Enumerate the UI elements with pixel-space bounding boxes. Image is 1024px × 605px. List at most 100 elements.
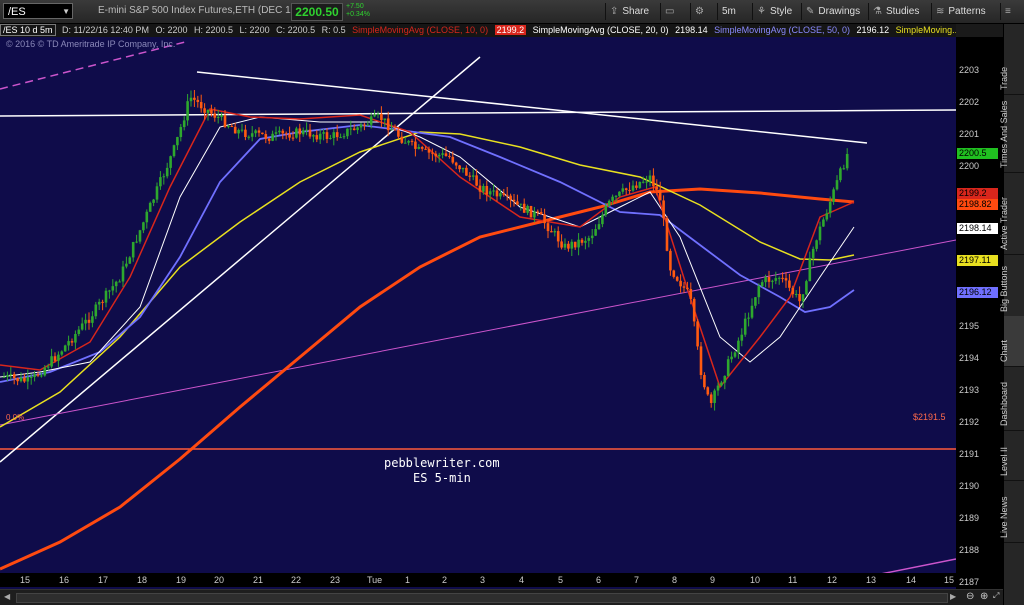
support-level-label: $2191.5 xyxy=(913,412,946,422)
candle-body xyxy=(57,354,60,361)
x-tick-label: 8 xyxy=(672,575,678,585)
candle-body xyxy=(764,277,767,283)
candle-body xyxy=(9,374,13,376)
candle-body xyxy=(682,286,686,288)
sidebar-tab-live-news[interactable]: Live News xyxy=(999,480,1024,543)
candle-body xyxy=(686,287,689,290)
y-tick-label: 2201 xyxy=(959,129,980,139)
style-button[interactable]: ⚘ Style xyxy=(752,3,796,20)
symbol-input[interactable]: /ES ▼ xyxy=(3,3,73,19)
candle-body xyxy=(80,323,84,330)
sidebar-tab-times-and-sales[interactable]: Times And Sales xyxy=(999,94,1024,173)
candle-body xyxy=(441,153,444,155)
y-tick-label: 2187 xyxy=(959,577,980,587)
print-button[interactable]: ▭ xyxy=(660,3,683,20)
price-chart[interactable]: © 2016 © TD Ameritrade IP Company, Inc. … xyxy=(0,37,956,598)
candle-body xyxy=(706,387,710,395)
sma50-value: 2196.12 xyxy=(856,25,890,35)
sidebar-tab-level-ii[interactable]: Level II xyxy=(999,430,1024,481)
candle-body xyxy=(278,130,281,133)
candle-body xyxy=(227,126,230,128)
candle-body xyxy=(444,153,448,156)
chart-symbol-period[interactable]: /ES 10 d 5m xyxy=(0,24,56,36)
sidebar-tab-big-buttons[interactable]: Big Buttons xyxy=(999,254,1024,317)
candle-body xyxy=(128,257,132,264)
patterns-button[interactable]: ≋ Patterns xyxy=(931,3,990,20)
settings-button[interactable]: ⚙ xyxy=(690,3,713,20)
channel-line-upper xyxy=(0,239,956,426)
candle-body xyxy=(383,118,387,121)
timeframe-button[interactable]: 5m xyxy=(717,3,740,20)
channel-line-lower xyxy=(881,558,956,573)
bar-date: D: 11/22/16 12:40 PM xyxy=(62,25,149,35)
scroll-track[interactable] xyxy=(16,593,948,603)
candle-body xyxy=(397,130,400,137)
sidebar-tab-label: Big Buttons xyxy=(999,265,1009,312)
drawings-button[interactable]: ✎ Drawings xyxy=(801,3,864,20)
candle-body xyxy=(556,231,560,242)
x-tick-label: 18 xyxy=(137,575,148,585)
candle-body xyxy=(750,305,754,318)
candle-body xyxy=(743,318,747,335)
studies-button[interactable]: ⚗ Studies xyxy=(868,3,923,20)
candle-body xyxy=(420,146,424,149)
candle-body xyxy=(155,186,159,200)
gadget-sidebar: Trade Times And Sales Active Trader Big But… xyxy=(999,24,1024,605)
x-tick-label: 17 xyxy=(98,575,109,585)
sidebar-tab-dashboard[interactable]: Dashboard xyxy=(999,366,1024,431)
share-button[interactable]: ⇪ Share xyxy=(605,3,653,20)
candle-body xyxy=(658,189,662,201)
sidebar-tab-active-trader[interactable]: Active Trader xyxy=(999,172,1024,255)
more-button[interactable]: ≡ xyxy=(1000,3,1023,20)
candle-body xyxy=(332,132,336,138)
scroll-right-icon[interactable]: ▶ xyxy=(950,592,956,601)
candle-body xyxy=(828,201,832,214)
candle-body xyxy=(182,120,186,128)
candle-body xyxy=(329,137,332,139)
candle-body xyxy=(346,128,349,137)
candle-body xyxy=(638,181,642,188)
candle-body xyxy=(822,219,825,227)
candle-body xyxy=(740,334,744,341)
y-tick-label: 2188 xyxy=(959,545,980,555)
chart-scrollbar[interactable]: ◀ ▶ ⊖ ⊕ ⤢ xyxy=(0,589,1003,605)
candle-body xyxy=(220,115,223,117)
candle-body xyxy=(546,223,550,232)
sma50-legend[interactable]: SimpleMovingAvg (CLOSE, 50, 0) xyxy=(714,25,850,35)
instrument-description: E-mini S&P 500 Index Futures,ETH (DEC 16… xyxy=(98,5,300,16)
candle-body xyxy=(818,226,822,241)
candle-body xyxy=(213,113,217,118)
candle-body xyxy=(373,114,376,117)
candle-body xyxy=(26,377,30,382)
candle-body xyxy=(665,218,669,251)
chevron-down-icon[interactable]: ▼ xyxy=(62,4,70,20)
candle-body xyxy=(468,175,472,177)
zoom-out-icon[interactable]: ⊖ xyxy=(966,591,974,602)
zoom-in-icon[interactable]: ⊕ xyxy=(980,591,988,602)
candle-body xyxy=(121,266,125,282)
sidebar-tab-chart[interactable]: Chart xyxy=(999,316,1024,367)
sidebar-tab-label: Live News xyxy=(999,496,1009,538)
sma20-legend[interactable]: SimpleMovingAvg (CLOSE, 20, 0) xyxy=(533,25,669,35)
candle-body xyxy=(407,140,410,143)
candle-body xyxy=(536,211,540,213)
candle-body xyxy=(264,134,268,139)
candle-body xyxy=(352,128,356,131)
sma10-legend[interactable]: SimpleMovingAvg (CLOSE, 10, 0) xyxy=(352,25,488,35)
scroll-left-icon[interactable]: ◀ xyxy=(4,592,10,601)
candle-body xyxy=(403,142,407,144)
candle-body xyxy=(550,231,553,233)
sma-more-legend[interactable]: SimpleMoving... xyxy=(896,25,956,35)
price-change-percent: +0.34% xyxy=(346,11,370,18)
candle-body xyxy=(611,196,614,201)
candle-body xyxy=(553,231,557,233)
y-price-tag: 2200.5 xyxy=(957,148,998,159)
candle-body xyxy=(798,293,801,302)
candle-body xyxy=(437,154,441,157)
y-axis[interactable]: 2203220222012200219921982197219621952194… xyxy=(956,37,1003,598)
candle-body xyxy=(131,242,135,258)
fit-icon[interactable]: ⤢ xyxy=(993,591,999,601)
candle-body xyxy=(390,129,393,131)
sidebar-tab-trade[interactable]: Trade xyxy=(999,24,1024,95)
candle-body xyxy=(621,188,625,192)
